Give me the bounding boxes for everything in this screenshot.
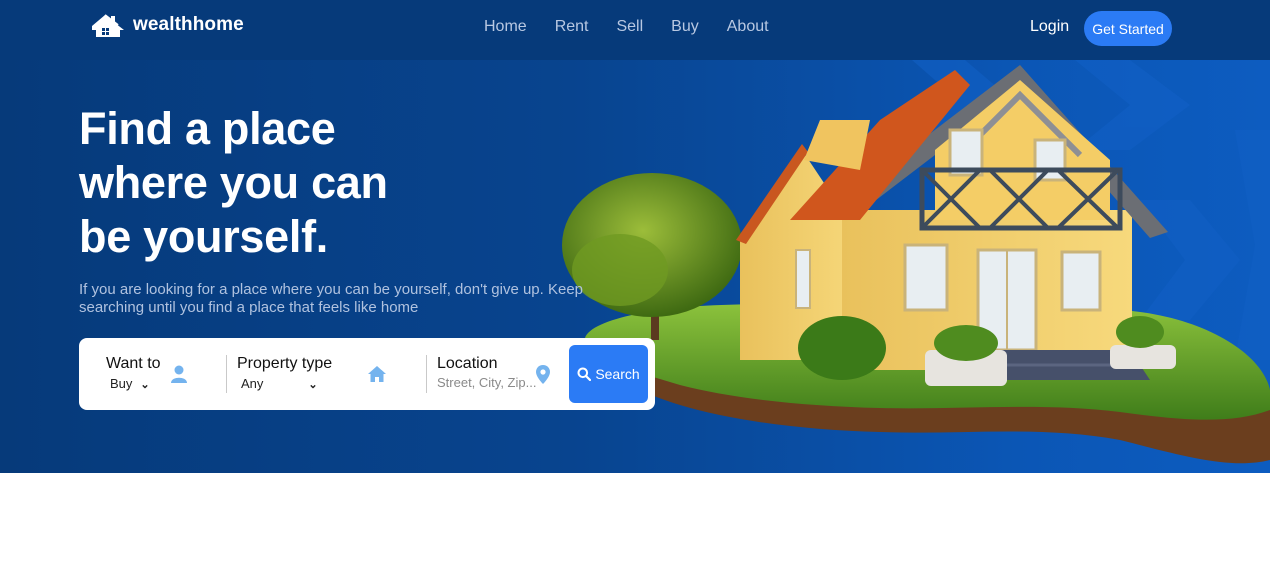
hero-headline: Find a place where you can be yourself. <box>79 102 519 264</box>
house-logo-icon <box>92 14 124 37</box>
want-to-label: Want to <box>106 355 161 372</box>
nav-about[interactable]: About <box>727 18 769 36</box>
top-navbar: wealthhome Home Rent Sell Buy About Logi… <box>0 0 1270 60</box>
property-type-value: Any ⌄ <box>241 376 318 391</box>
hero-subtext: If you are looking for a place where you… <box>79 281 584 316</box>
nav-home[interactable]: Home <box>484 18 527 36</box>
search-icon <box>577 367 592 381</box>
want-to-select[interactable]: Want to Buy ⌄ <box>79 338 219 410</box>
search-button-label: Search <box>595 366 640 382</box>
field-divider <box>426 355 427 393</box>
want-to-value: Buy ⌄ <box>110 376 150 391</box>
property-type-select[interactable]: Property type Any ⌄ <box>229 338 419 410</box>
location-input[interactable] <box>437 375 541 390</box>
brand-name: wealthhome <box>133 14 244 35</box>
login-link[interactable]: Login <box>1030 18 1069 36</box>
map-pin-icon <box>536 365 550 384</box>
get-started-button[interactable]: Get Started <box>1084 11 1172 46</box>
field-divider <box>226 355 227 393</box>
user-icon <box>171 365 187 383</box>
chevron-down-icon: ⌄ <box>140 379 150 391</box>
main-nav: Home Rent Sell Buy About <box>470 18 783 36</box>
property-type-label: Property type <box>237 355 333 372</box>
hero-section: Find a place where you can be yourself. … <box>0 60 1270 473</box>
brand-logo[interactable]: wealthhome <box>91 12 244 38</box>
search-button[interactable]: Search <box>569 345 648 403</box>
headline-line: where you can <box>79 157 388 208</box>
nav-buy[interactable]: Buy <box>671 18 699 36</box>
chevron-down-icon: ⌄ <box>308 379 318 391</box>
property-search-bar: Want to Buy ⌄ Property type Any ⌄ Location <box>79 338 655 410</box>
nav-sell[interactable]: Sell <box>616 18 643 36</box>
nav-rent[interactable]: Rent <box>555 18 589 36</box>
headline-line: be yourself. <box>79 211 328 262</box>
headline-line: Find a place <box>79 103 336 154</box>
home-icon <box>368 366 386 382</box>
location-label: Location <box>437 355 498 372</box>
